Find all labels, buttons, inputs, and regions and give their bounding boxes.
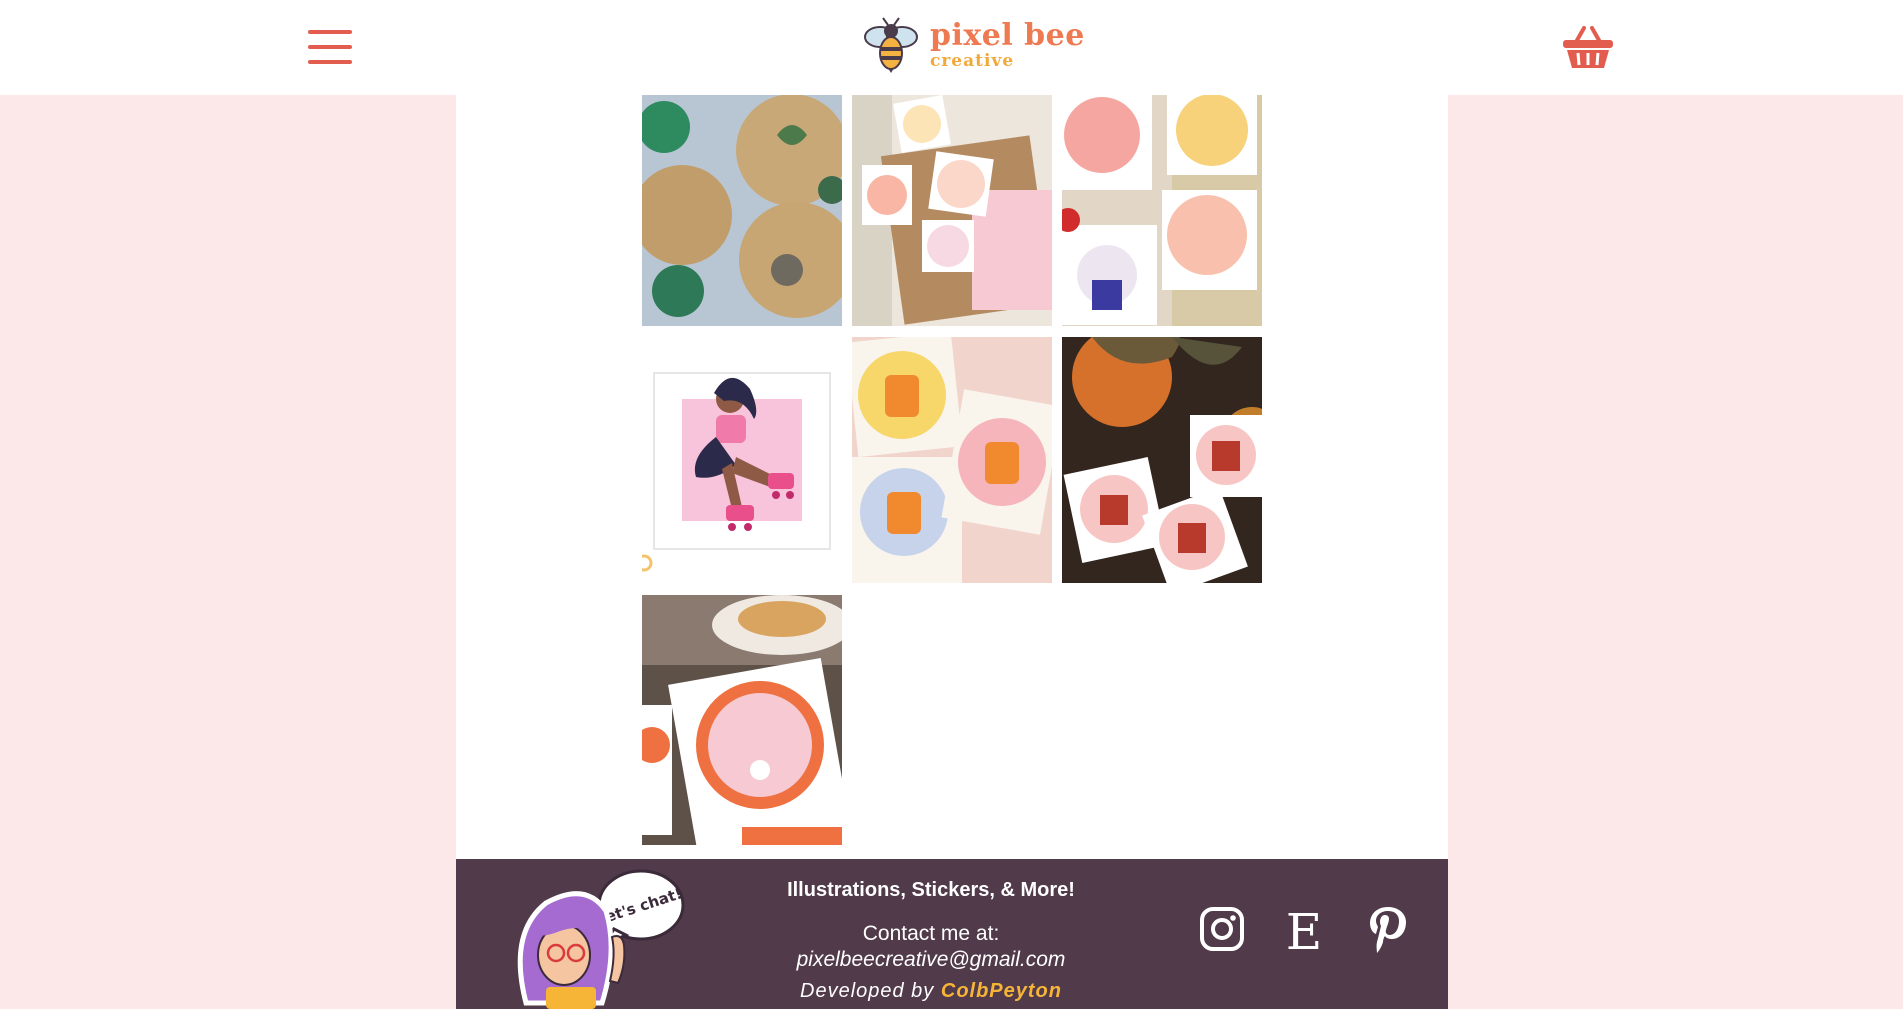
gallery-item-cozy-character-stickers[interactable] <box>1062 337 1262 583</box>
site-header: pixel bee creative <box>0 0 1903 95</box>
work-hard-stickers-image <box>852 95 1052 326</box>
cozy-character-stickers-image <box>1062 337 1262 583</box>
basket-icon <box>1563 26 1613 68</box>
pinterest-link[interactable] <box>1368 905 1408 960</box>
footer-email-link[interactable]: pixelbeecreative@gmail.com <box>696 948 1166 972</box>
gallery-item-make-life-sweeter-stickers[interactable] <box>642 595 842 845</box>
site-footer: let's chat! Illustrations, Stickers, & M… <box>456 859 1448 1009</box>
developer-link[interactable]: ColbPeyton <box>941 980 1062 1002</box>
take-a-break-stickers-image <box>1062 95 1262 326</box>
footer-contact-label: Contact me at: <box>862 922 1000 945</box>
gallery-item-spicy-jar-stickers[interactable] <box>852 337 1052 583</box>
gallery-section <box>456 95 1448 859</box>
site-logo[interactable]: pixel bee creative <box>858 14 1085 76</box>
logo-title: pixel bee <box>930 17 1085 53</box>
gallery-item-cork-stickers[interactable] <box>642 95 842 326</box>
etsy-icon: E <box>1286 903 1323 961</box>
gallery-item-roller-skate-illustration[interactable] <box>642 337 842 583</box>
hamburger-menu-button[interactable] <box>308 30 352 64</box>
instagram-icon <box>1200 907 1244 951</box>
menu-bar <box>308 60 352 64</box>
make-life-sweeter-stickers-image <box>642 595 842 845</box>
spicy-jar-stickers-image <box>852 337 1052 583</box>
footer-tagline: Illustrations, Stickers, & More! <box>787 879 1075 901</box>
roller-skate-illustration-image <box>642 337 842 583</box>
developed-by-label: Developed by <box>800 980 935 1002</box>
gallery-item-work-hard-stickers[interactable] <box>852 95 1052 326</box>
etsy-link[interactable]: E <box>1284 903 1324 961</box>
lets-chat-mascot-illustration: let's chat! <box>517 869 685 1009</box>
footer-developer-credit: Developed by ColbPeyton <box>696 980 1166 1003</box>
pinterest-icon <box>1370 907 1406 953</box>
logo-subtitle: creative <box>930 50 1015 71</box>
shopping-basket-button[interactable] <box>1562 24 1614 70</box>
menu-bar <box>308 30 352 34</box>
instagram-link[interactable] <box>1200 907 1244 956</box>
gallery-item-take-a-break-stickers[interactable] <box>1062 95 1262 326</box>
menu-bar <box>308 45 352 49</box>
cork-stickers-image <box>642 95 842 326</box>
bee-logo-icon <box>864 17 918 73</box>
svg-text:E: E <box>1286 907 1323 953</box>
